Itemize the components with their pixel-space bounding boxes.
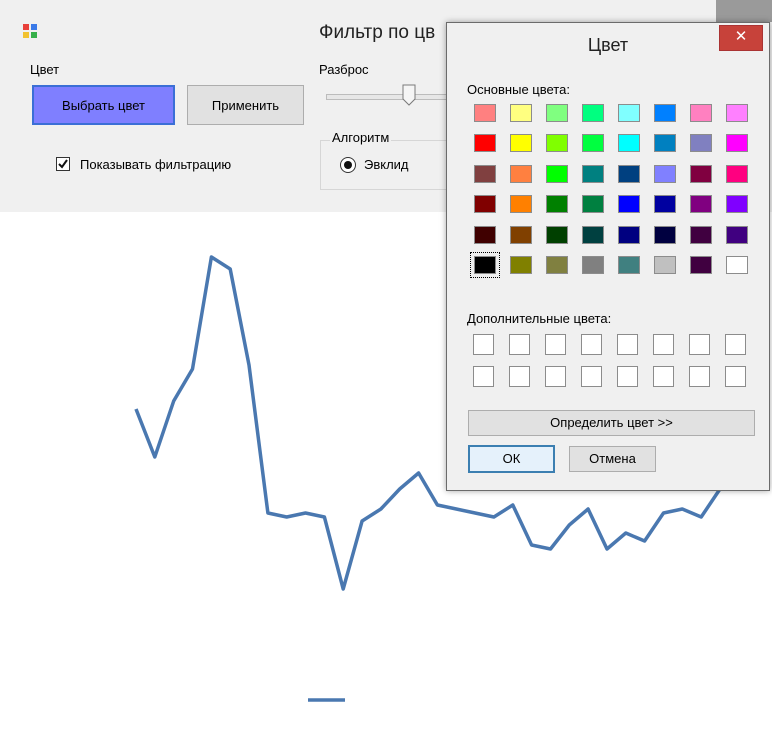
basic-color-swatch[interactable] <box>618 134 640 152</box>
basic-color-swatch[interactable] <box>654 256 676 274</box>
color-label: Цвет <box>30 62 60 77</box>
basic-color-swatch[interactable] <box>474 134 496 152</box>
basic-color-swatch[interactable] <box>510 104 532 122</box>
show-filter-checkbox[interactable] <box>56 157 70 171</box>
basic-color-swatch[interactable] <box>654 195 676 213</box>
basic-color-swatch[interactable] <box>690 165 712 183</box>
define-color-button[interactable]: Определить цвет >> <box>468 410 755 436</box>
close-button[interactable]: ✕ <box>719 25 763 51</box>
custom-colors-label: Дополнительные цвета: <box>467 311 612 326</box>
custom-color-swatch[interactable] <box>473 334 494 355</box>
close-icon: ✕ <box>734 28 748 45</box>
window-title: Фильтр по цв <box>319 22 436 43</box>
basic-color-swatch[interactable] <box>510 195 532 213</box>
basic-color-swatch[interactable] <box>618 104 640 122</box>
basic-color-swatch[interactable] <box>582 104 604 122</box>
show-filter-label: Показывать фильтрацию <box>80 157 232 172</box>
apply-button[interactable]: Применить <box>187 85 304 125</box>
custom-color-swatch[interactable] <box>581 334 602 355</box>
custom-color-swatch[interactable] <box>617 334 638 355</box>
basic-color-swatch[interactable] <box>510 134 532 152</box>
basic-color-swatch[interactable] <box>618 256 640 274</box>
choose-color-button[interactable]: Выбрать цвет <box>32 85 175 125</box>
spread-slider-track[interactable] <box>326 94 458 100</box>
window-controls-area <box>716 0 772 22</box>
basic-color-swatch[interactable] <box>654 165 676 183</box>
basic-color-swatch[interactable] <box>582 165 604 183</box>
dialog-titlebar[interactable]: Цвет ✕ <box>447 23 769 63</box>
custom-color-swatch[interactable] <box>509 334 530 355</box>
basic-color-swatch[interactable] <box>618 226 640 244</box>
basic-color-swatch[interactable] <box>474 165 496 183</box>
basic-colors-label: Основные цвета: <box>467 82 570 97</box>
cancel-button[interactable]: Отмена <box>569 446 656 472</box>
basic-color-swatch[interactable] <box>582 134 604 152</box>
algorithm-group-title: Алгоритм <box>330 130 392 145</box>
basic-color-swatch[interactable] <box>618 195 640 213</box>
custom-color-swatch[interactable] <box>617 366 638 387</box>
basic-color-swatch[interactable] <box>582 195 604 213</box>
basic-color-swatch[interactable] <box>654 134 676 152</box>
basic-color-swatch[interactable] <box>546 195 568 213</box>
radio-selected-dot <box>344 161 352 169</box>
custom-color-swatch[interactable] <box>509 366 530 387</box>
basic-color-swatch[interactable] <box>690 134 712 152</box>
basic-color-swatch[interactable] <box>726 165 748 183</box>
basic-color-swatch[interactable] <box>510 226 532 244</box>
basic-color-swatch[interactable] <box>726 195 748 213</box>
basic-color-swatch[interactable] <box>470 252 500 278</box>
custom-color-swatch[interactable] <box>545 366 566 387</box>
custom-color-swatch[interactable] <box>653 366 674 387</box>
basic-color-swatch[interactable] <box>726 226 748 244</box>
basic-color-swatch[interactable] <box>690 226 712 244</box>
custom-color-swatch[interactable] <box>725 334 746 355</box>
basic-color-swatch[interactable] <box>654 226 676 244</box>
color-dialog: Цвет ✕ Основные цвета: Дополнительные цв… <box>446 22 770 491</box>
custom-color-swatch[interactable] <box>689 366 710 387</box>
spread-label: Разброс <box>319 62 369 77</box>
basic-color-swatch[interactable] <box>582 226 604 244</box>
custom-color-swatch[interactable] <box>653 334 674 355</box>
basic-color-swatch[interactable] <box>510 256 532 274</box>
custom-color-swatch[interactable] <box>689 334 710 355</box>
spread-slider-thumb[interactable] <box>402 84 416 106</box>
basic-color-swatch[interactable] <box>618 165 640 183</box>
custom-color-swatch[interactable] <box>473 366 494 387</box>
checkmark-icon <box>58 159 68 169</box>
custom-color-swatch[interactable] <box>545 334 566 355</box>
euclid-label: Эвклид <box>364 157 409 172</box>
basic-color-swatch[interactable] <box>546 134 568 152</box>
basic-color-swatch[interactable] <box>654 104 676 122</box>
euclid-radio[interactable] <box>340 157 356 173</box>
ok-button[interactable]: ОК <box>468 445 555 473</box>
basic-color-swatch[interactable] <box>510 165 532 183</box>
basic-color-swatch[interactable] <box>690 104 712 122</box>
basic-color-swatch[interactable] <box>474 104 496 122</box>
basic-color-swatch[interactable] <box>546 226 568 244</box>
app-icon <box>23 24 37 38</box>
basic-color-swatch[interactable] <box>690 256 712 274</box>
basic-color-swatch[interactable] <box>726 134 748 152</box>
basic-color-swatch[interactable] <box>474 226 496 244</box>
basic-color-swatch[interactable] <box>546 165 568 183</box>
basic-color-swatch[interactable] <box>474 195 496 213</box>
basic-color-swatch[interactable] <box>726 256 748 274</box>
basic-color-swatch[interactable] <box>690 195 712 213</box>
basic-color-swatch[interactable] <box>546 256 568 274</box>
basic-color-swatch[interactable] <box>726 104 748 122</box>
custom-color-swatch[interactable] <box>725 366 746 387</box>
basic-color-swatch[interactable] <box>546 104 568 122</box>
basic-color-swatch[interactable] <box>582 256 604 274</box>
custom-color-swatch[interactable] <box>581 366 602 387</box>
